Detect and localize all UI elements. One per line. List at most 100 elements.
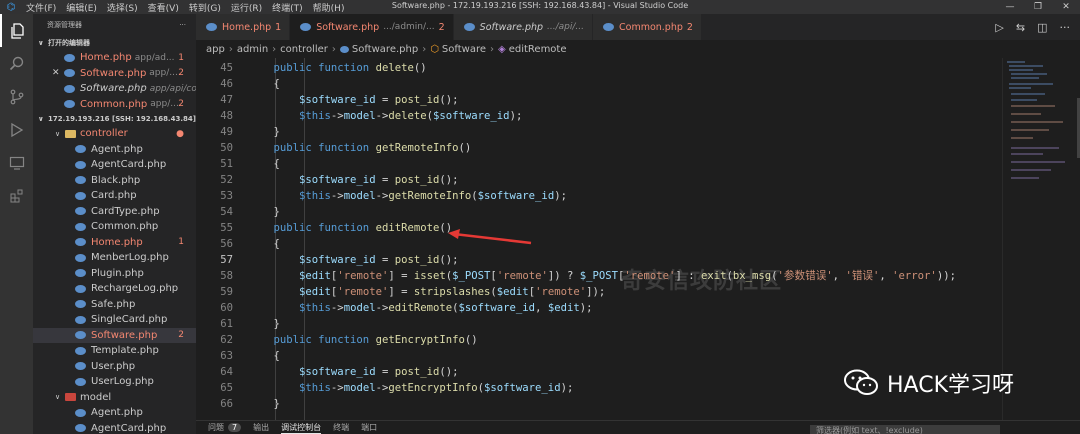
file-item[interactable]: Common.php [33,219,196,235]
folder-model[interactable]: ∨ model [33,390,196,406]
code-token: 'remote' [337,270,389,282]
explorer-icon[interactable] [0,14,33,47]
breadcrumb-item[interactable]: Software [442,44,486,55]
close-window-icon[interactable]: ✕ [1052,0,1080,14]
file-item[interactable]: MenberLog.php [33,250,196,266]
remote-explorer-icon[interactable] [0,146,33,179]
file-item[interactable]: Black.php [33,173,196,189]
extensions-icon[interactable] [0,179,33,212]
code-line: 54 } [196,204,1002,220]
file-item[interactable]: AgentCard.php [33,421,196,434]
editor-tab[interactable]: Home.php 1 [196,14,291,40]
breadcrumb-item[interactable]: admin [237,44,268,55]
open-editor-item[interactable]: ✕ Software.php app/... 2 [33,66,196,82]
run-debug-icon[interactable] [0,113,33,146]
breadcrumb-item[interactable]: app [206,44,225,55]
code-token: { [248,238,280,250]
menu-item[interactable]: 转到(G) [185,4,227,14]
open-editors-section[interactable]: ∨ 打开的编辑器 [33,36,196,50]
split-editor-icon[interactable]: ◫ [1037,21,1047,34]
chevron-down-icon: ∨ [55,393,61,402]
error-count-badge: 2 [178,68,184,79]
file-item[interactable]: User.php [33,359,196,375]
file-item[interactable]: Home.php 1 [33,235,196,251]
workspace-section[interactable]: ∨ 172.19.193.216 [SSH: 192.168.43.84] [33,112,196,126]
error-count-badge: 2 [178,330,184,341]
wechat-icon [843,369,879,397]
menu-item[interactable]: 查看(V) [144,4,185,14]
code-token: ]); [586,286,606,298]
code-token: = [375,254,395,266]
tab-problems[interactable]: 问题 7 [208,422,242,433]
close-icon[interactable]: ✕ [52,68,60,78]
file-item[interactable]: RechargeLog.php [33,281,196,297]
code-token: () [458,142,472,154]
menu-item[interactable]: 选择(S) [103,4,144,14]
tab-debug-console[interactable]: 调试控制台 [281,422,322,434]
tab-ports[interactable]: 端口 [361,422,377,433]
file-item[interactable]: SingleCard.php [33,312,196,328]
tab-label: Home.php [222,21,272,33]
code-text: public function editRemote() [248,220,453,236]
tab-output[interactable]: 输出 [253,422,269,433]
file-item[interactable]: Agent.php [33,405,196,421]
code-token: -> [375,302,389,314]
minimize-icon[interactable]: — [996,0,1024,14]
filter-input[interactable]: 筛选器(例如 text、!exclude) [810,425,1000,434]
line-number: 48 [220,110,233,122]
code-line: 51 { [196,156,1002,172]
file-item[interactable]: AgentCard.php [33,157,196,173]
chevron-right-icon: › [422,43,427,55]
file-item[interactable]: UserLog.php [33,374,196,390]
search-icon[interactable] [0,47,33,80]
breadcrumb-item[interactable]: editRemote [509,44,567,55]
menu-item[interactable]: 运行(R) [227,4,268,14]
more-actions-icon[interactable]: ··· [1060,21,1071,34]
code-token: delete [375,62,414,74]
code-text: } [248,204,280,220]
breadcrumb-item[interactable]: controller [280,44,328,55]
file-item[interactable]: Plugin.php [33,266,196,282]
line-number: 51 [220,158,233,170]
open-editor-item[interactable]: Home.php app/ad... 1 [33,50,196,66]
file-item[interactable]: Software.php 2 [33,327,196,343]
file-item[interactable]: Safe.php [33,297,196,313]
open-editor-item[interactable]: Common.php app/... 2 [33,97,196,113]
editor-tab[interactable]: Software.php .../admin/... 2 [290,14,454,40]
code-text: $this->model->editRemote($software_id, $… [248,300,592,316]
folder-icon [65,393,76,402]
code-token: model [343,110,376,122]
restore-icon[interactable]: ❐ [1024,0,1052,14]
menu-item[interactable]: 编辑(E) [62,4,103,14]
line-number: 54 [220,206,233,218]
menu-item[interactable]: 帮助(H) [309,4,351,14]
minimap[interactable] [1002,58,1080,420]
code-text: public function getRemoteInfo() [248,140,472,156]
editor-tab[interactable]: Software.php .../api/... [453,14,593,40]
compare-icon[interactable]: ⇆ [1016,21,1025,34]
breadcrumb-item[interactable]: Software.php [352,44,418,55]
code-token: ]) ? [547,270,580,282]
code-token: 'remote' [535,286,587,298]
file-name: Card.php [91,190,137,202]
open-editor-item[interactable]: Software.phpapp/api/co... [33,81,196,97]
menu-item[interactable]: 文件(F) [22,4,62,14]
code-token: '错误' [845,270,880,282]
file-item[interactable]: Template.php [33,343,196,359]
code-token: -> [375,110,389,122]
editor-tab[interactable]: Common.php 2 [593,14,702,40]
more-actions-icon[interactable]: ··· [179,21,186,29]
code-token: public function [273,334,376,346]
code-token: ); [554,190,567,202]
code-line: 46 { [196,76,1002,92]
folder-controller[interactable]: ∨ controller ● [33,126,196,142]
code-token: model [343,190,376,202]
file-item[interactable]: CardType.php [33,204,196,220]
file-item[interactable]: Card.php [33,188,196,204]
tab-terminal[interactable]: 终端 [333,422,349,433]
file-item[interactable]: Agent.php [33,142,196,158]
run-icon[interactable]: ▷ [995,21,1003,34]
menu-item[interactable]: 终端(T) [268,4,309,14]
source-control-icon[interactable] [0,80,33,113]
